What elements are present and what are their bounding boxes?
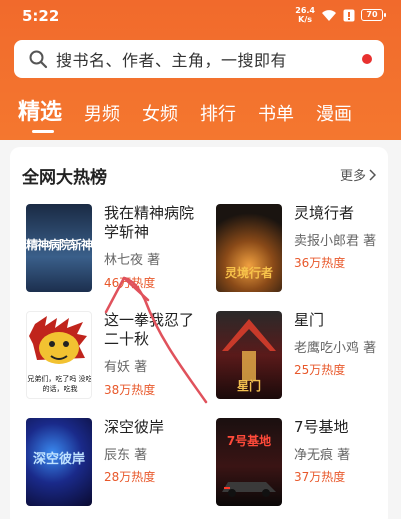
book-cover[interactable]: 星门 xyxy=(216,311,282,399)
tab-booklist[interactable]: 书单 xyxy=(258,100,294,126)
network-speed-unit: K/s xyxy=(298,15,313,24)
search-placeholder[interactable]: 搜书名、作者、主角，一搜即有 xyxy=(56,47,287,71)
category-tabs: 精选 男频 女频 排行 书单 漫画 xyxy=(18,94,374,133)
book-item[interactable]: 深空彼岸 深空彼岸 辰东 著 28万热度 xyxy=(26,418,206,510)
chevron-right-icon xyxy=(369,168,376,181)
book-cover[interactable]: 兄弟们，吃了吗 没吃的话，吃我 xyxy=(26,311,92,399)
search-icon xyxy=(28,49,48,69)
tab-featured[interactable]: 精选 xyxy=(18,94,62,133)
book-author: 卖报小郎君 著 xyxy=(294,234,377,249)
section-title: 全网大热榜 xyxy=(22,168,107,188)
book-title[interactable]: 我在精神病院学斩神 xyxy=(104,204,198,242)
book-author: 林七夜 著 xyxy=(104,253,161,268)
book-item[interactable]: 7号基地 7号基地 净无痕 著 37万热度 xyxy=(216,418,396,510)
cover-title-art: 7号基地 xyxy=(226,434,272,448)
status-bar: 5:22 26.4 K/s 70 xyxy=(0,0,401,32)
book-title[interactable]: 7号基地 xyxy=(294,418,388,437)
car-illustration xyxy=(222,482,276,497)
status-time: 5:22 xyxy=(22,7,60,25)
tab-female[interactable]: 女频 xyxy=(142,100,178,126)
cover-title-art: 兄弟们，吃了吗 没吃的话，吃我 xyxy=(27,375,92,393)
book-title[interactable]: 灵境行者 xyxy=(294,204,388,223)
meme-face-illustration xyxy=(29,316,87,364)
book-cover[interactable]: 精神病院斩神 xyxy=(26,204,92,292)
book-heat: 36万热度 xyxy=(294,256,346,270)
more-label[interactable]: 更多 xyxy=(340,165,366,184)
book-heat: 25万热度 xyxy=(294,363,346,377)
book-title[interactable]: 星门 xyxy=(294,311,388,330)
book-heat: 38万热度 xyxy=(104,383,156,397)
book-title[interactable]: 深空彼岸 xyxy=(104,418,198,437)
tab-ranking[interactable]: 排行 xyxy=(200,100,236,126)
book-heat: 46万热度 xyxy=(104,276,156,290)
network-speed: 26.4 K/s xyxy=(295,6,315,24)
cover-title-art: 星门 xyxy=(236,379,261,393)
alert-icon xyxy=(343,9,355,22)
cover-title-art: 灵境行者 xyxy=(224,266,273,280)
battery-level: 70 xyxy=(366,10,378,19)
hot-list-card: 全网大热榜 更多 精神病院斩神 我在精神病院学斩神 林七夜 著 46万热度 灵境… xyxy=(10,147,388,519)
book-author: 老鹰吃小鸡 著 xyxy=(294,341,377,356)
book-title[interactable]: 这一拳我忍了二十秋 xyxy=(104,311,198,349)
status-icons: 26.4 K/s 70 xyxy=(295,6,386,24)
more-link[interactable]: 更多 xyxy=(340,165,376,184)
cover-title-art: 深空彼岸 xyxy=(32,452,85,467)
book-item[interactable]: 兄弟们，吃了吗 没吃的话，吃我 这一拳我忍了二十秋 有妖 著 38万热度 xyxy=(26,311,206,403)
battery-icon: 70 xyxy=(361,9,386,21)
book-author: 辰东 著 xyxy=(104,448,148,463)
book-heat: 37万热度 xyxy=(294,470,346,484)
wifi-icon xyxy=(321,9,337,22)
search-bar[interactable]: 搜书名、作者、主角，一搜即有 xyxy=(14,40,384,78)
cover-title-art: 精神病院斩神 xyxy=(26,238,92,252)
notification-dot xyxy=(362,54,372,64)
tab-comics[interactable]: 漫画 xyxy=(316,100,352,126)
network-speed-value: 26.4 xyxy=(295,6,315,15)
book-cover[interactable]: 7号基地 xyxy=(216,418,282,506)
book-cover[interactable]: 深空彼岸 xyxy=(26,418,92,506)
book-author: 净无痕 著 xyxy=(294,448,351,463)
book-item[interactable]: 灵境行者 灵境行者 卖报小郎君 著 36万热度 xyxy=(216,204,396,296)
book-heat: 28万热度 xyxy=(104,470,156,484)
tab-male[interactable]: 男频 xyxy=(84,100,120,126)
book-item[interactable]: 星门 星门 老鹰吃小鸡 著 25万热度 xyxy=(216,311,396,403)
book-cover[interactable]: 灵境行者 xyxy=(216,204,282,292)
book-item[interactable]: 精神病院斩神 我在精神病院学斩神 林七夜 著 46万热度 xyxy=(26,204,206,296)
book-author: 有妖 著 xyxy=(104,360,148,375)
